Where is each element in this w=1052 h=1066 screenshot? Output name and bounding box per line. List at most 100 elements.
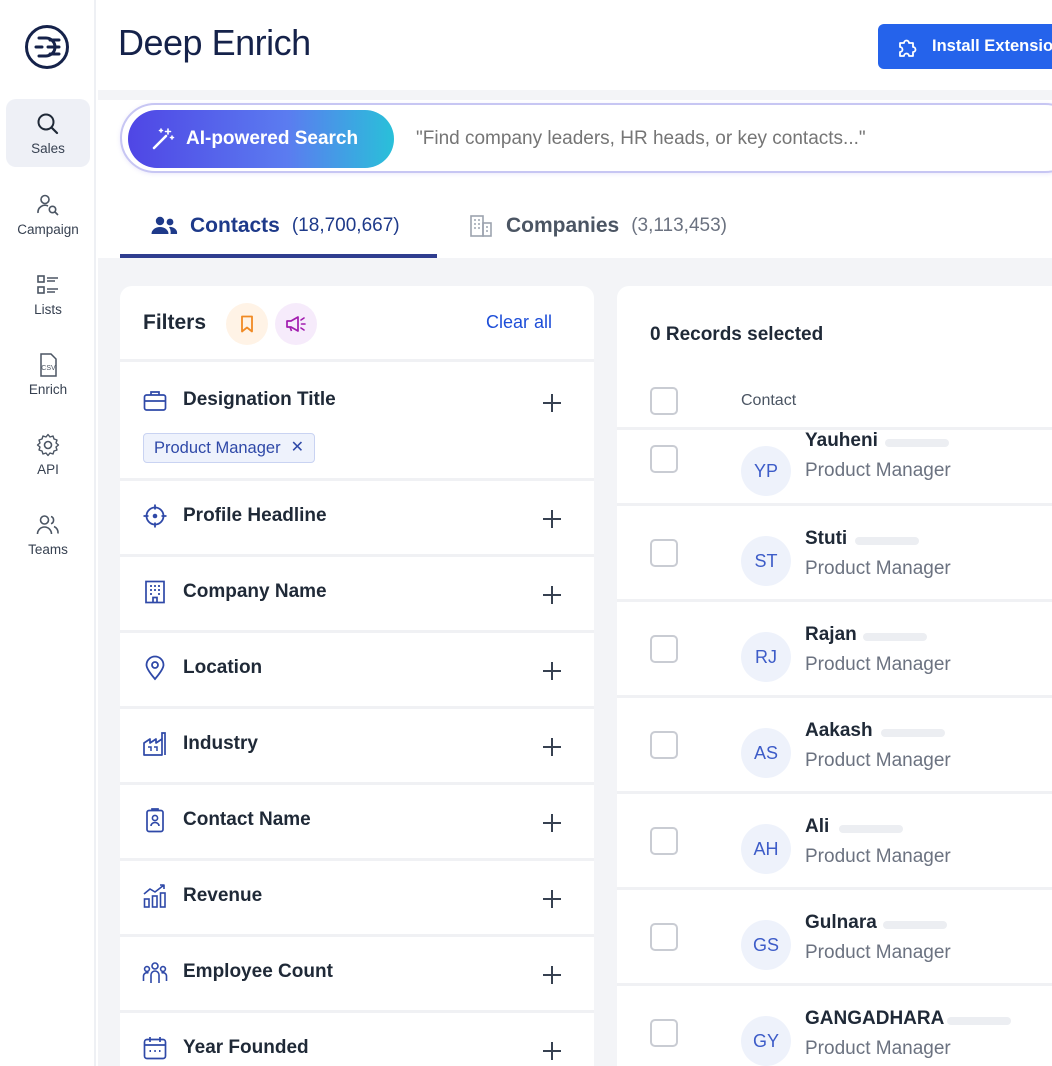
- plus-icon[interactable]: [540, 735, 564, 759]
- table-row[interactable]: ST Stuti Product Manager: [617, 503, 1052, 599]
- table-row[interactable]: AH Ali Product Manager: [617, 791, 1052, 887]
- row-checkbox[interactable]: [650, 1019, 678, 1047]
- row-checkbox[interactable]: [650, 731, 678, 759]
- tab-contacts-label: Contacts: [190, 214, 280, 237]
- rail-label: Campaign: [17, 221, 79, 237]
- ai-search-bar: AI-powered Search: [120, 103, 1052, 173]
- redacted-surname: [855, 537, 919, 545]
- plus-icon[interactable]: [540, 507, 564, 531]
- results-panel: 0 Records selected Contact YP Yauheni Pr…: [617, 286, 1052, 1066]
- tab-companies-label: Companies: [506, 214, 620, 237]
- avatar: YP: [741, 446, 791, 496]
- building-icon: [470, 215, 492, 237]
- redacted-surname: [883, 921, 947, 929]
- contact-name[interactable]: Gulnara: [805, 912, 877, 934]
- table-row[interactable]: GS Gulnara Product Manager: [617, 887, 1052, 983]
- contact-title: Product Manager: [805, 750, 951, 771]
- deep-enrich-logo-icon[interactable]: [24, 24, 70, 70]
- ai-search-label: AI-powered Search: [186, 128, 359, 149]
- row-checkbox[interactable]: [650, 445, 678, 473]
- tab-contacts[interactable]: Contacts (18,700,667): [150, 206, 400, 246]
- redacted-surname: [839, 825, 903, 833]
- row-checkbox[interactable]: [650, 539, 678, 567]
- avatar: GY: [741, 1016, 791, 1066]
- row-checkbox[interactable]: [650, 923, 678, 951]
- contact-title: Product Manager: [805, 1038, 951, 1059]
- filter-label: Contact Name: [183, 809, 311, 830]
- filter-location[interactable]: Location: [120, 633, 594, 709]
- puzzle-icon: [899, 39, 917, 57]
- contact-name[interactable]: Ali: [805, 816, 829, 838]
- table-row[interactable]: RJ Rajan Product Manager: [617, 599, 1052, 695]
- rail-label: Lists: [34, 301, 62, 317]
- user-search-icon: [37, 194, 59, 216]
- filters-panel: Filters Clear all Designation Title Prod…: [120, 286, 594, 1066]
- column-header-contact: Contact: [741, 392, 797, 409]
- rail-item-sales[interactable]: Sales: [6, 99, 90, 167]
- plus-icon[interactable]: [540, 887, 564, 911]
- install-extension-button[interactable]: Install Extension: [878, 24, 1052, 69]
- crosshair-icon: [143, 504, 167, 528]
- row-checkbox[interactable]: [650, 827, 678, 855]
- filter-label: Industry: [183, 733, 258, 754]
- bookmark-icon: [241, 315, 253, 333]
- filter-contact-name[interactable]: Contact Name: [120, 785, 594, 861]
- plus-icon[interactable]: [540, 1039, 564, 1063]
- filter-profile-headline[interactable]: Profile Headline: [120, 481, 594, 557]
- filter-label: Employee Count: [183, 961, 333, 982]
- campaign-filter-button[interactable]: [275, 303, 317, 345]
- filter-label: Company Name: [183, 581, 327, 602]
- avatar: AS: [741, 728, 791, 778]
- tab-contacts-count: (18,700,667): [291, 215, 400, 236]
- magic-wand-icon: [152, 128, 175, 150]
- plus-icon[interactable]: [540, 811, 564, 835]
- contact-name[interactable]: Stuti: [805, 528, 847, 550]
- row-checkbox[interactable]: [650, 635, 678, 663]
- filter-year-founded[interactable]: Year Founded: [120, 1013, 594, 1066]
- contact-title: Product Manager: [805, 460, 951, 481]
- plus-icon[interactable]: [540, 659, 564, 683]
- filter-industry[interactable]: Industry: [120, 709, 594, 785]
- tab-companies[interactable]: Companies (3,113,453): [468, 206, 727, 246]
- plus-icon[interactable]: [540, 963, 564, 987]
- contact-name[interactable]: GANGADHARA: [805, 1008, 944, 1030]
- rail-item-enrich[interactable]: CSV Enrich: [6, 340, 90, 408]
- filter-company-name[interactable]: Company Name: [120, 557, 594, 633]
- users-icon: [36, 514, 59, 534]
- contact-title: Product Manager: [805, 942, 951, 963]
- table-row[interactable]: AS Aakash Product Manager: [617, 695, 1052, 791]
- redacted-surname: [863, 633, 927, 641]
- chart-up-icon: [143, 884, 166, 908]
- rail-label: API: [37, 461, 59, 477]
- rail-label: Teams: [28, 541, 68, 557]
- remove-chip-icon[interactable]: ✕: [291, 440, 304, 456]
- filter-label: Revenue: [183, 885, 263, 906]
- rail-item-teams[interactable]: Teams: [6, 500, 90, 568]
- contact-name[interactable]: Aakash: [805, 720, 873, 742]
- saved-filters-button[interactable]: [226, 303, 268, 345]
- rail-item-campaign[interactable]: Campaign: [6, 180, 90, 248]
- contact-name[interactable]: Rajan: [805, 624, 857, 646]
- select-all-checkbox[interactable]: [650, 387, 678, 415]
- install-extension-label: Install Extension: [932, 37, 1052, 55]
- redacted-surname: [881, 729, 945, 737]
- table-row[interactable]: GY GANGADHARA Product Manager: [617, 983, 1052, 1066]
- tab-companies-count: (3,113,453): [631, 215, 727, 236]
- svg-text:CSV: CSV: [41, 365, 56, 372]
- records-selected-text: 0 Records selected: [650, 324, 824, 345]
- rail-item-lists[interactable]: Lists: [6, 260, 90, 328]
- rail-item-api[interactable]: API: [6, 420, 90, 488]
- contact-name[interactable]: Yauheni: [805, 430, 878, 452]
- filter-designation-title[interactable]: Designation Title Product Manager ✕: [120, 365, 594, 481]
- filter-revenue[interactable]: Revenue: [120, 861, 594, 937]
- filter-employee-count[interactable]: Employee Count: [120, 937, 594, 1013]
- redacted-surname: [947, 1017, 1011, 1025]
- users-icon: [151, 216, 178, 234]
- plus-icon[interactable]: [540, 391, 564, 415]
- avatar: ST: [741, 536, 791, 586]
- ai-search-input[interactable]: [416, 121, 1052, 157]
- plus-icon[interactable]: [540, 583, 564, 607]
- clear-all-link[interactable]: Clear all: [486, 312, 552, 333]
- left-nav-rail: Sales Campaign Lists CSV Enrich API Team…: [0, 0, 96, 1066]
- ai-powered-search-button[interactable]: AI-powered Search: [128, 110, 394, 168]
